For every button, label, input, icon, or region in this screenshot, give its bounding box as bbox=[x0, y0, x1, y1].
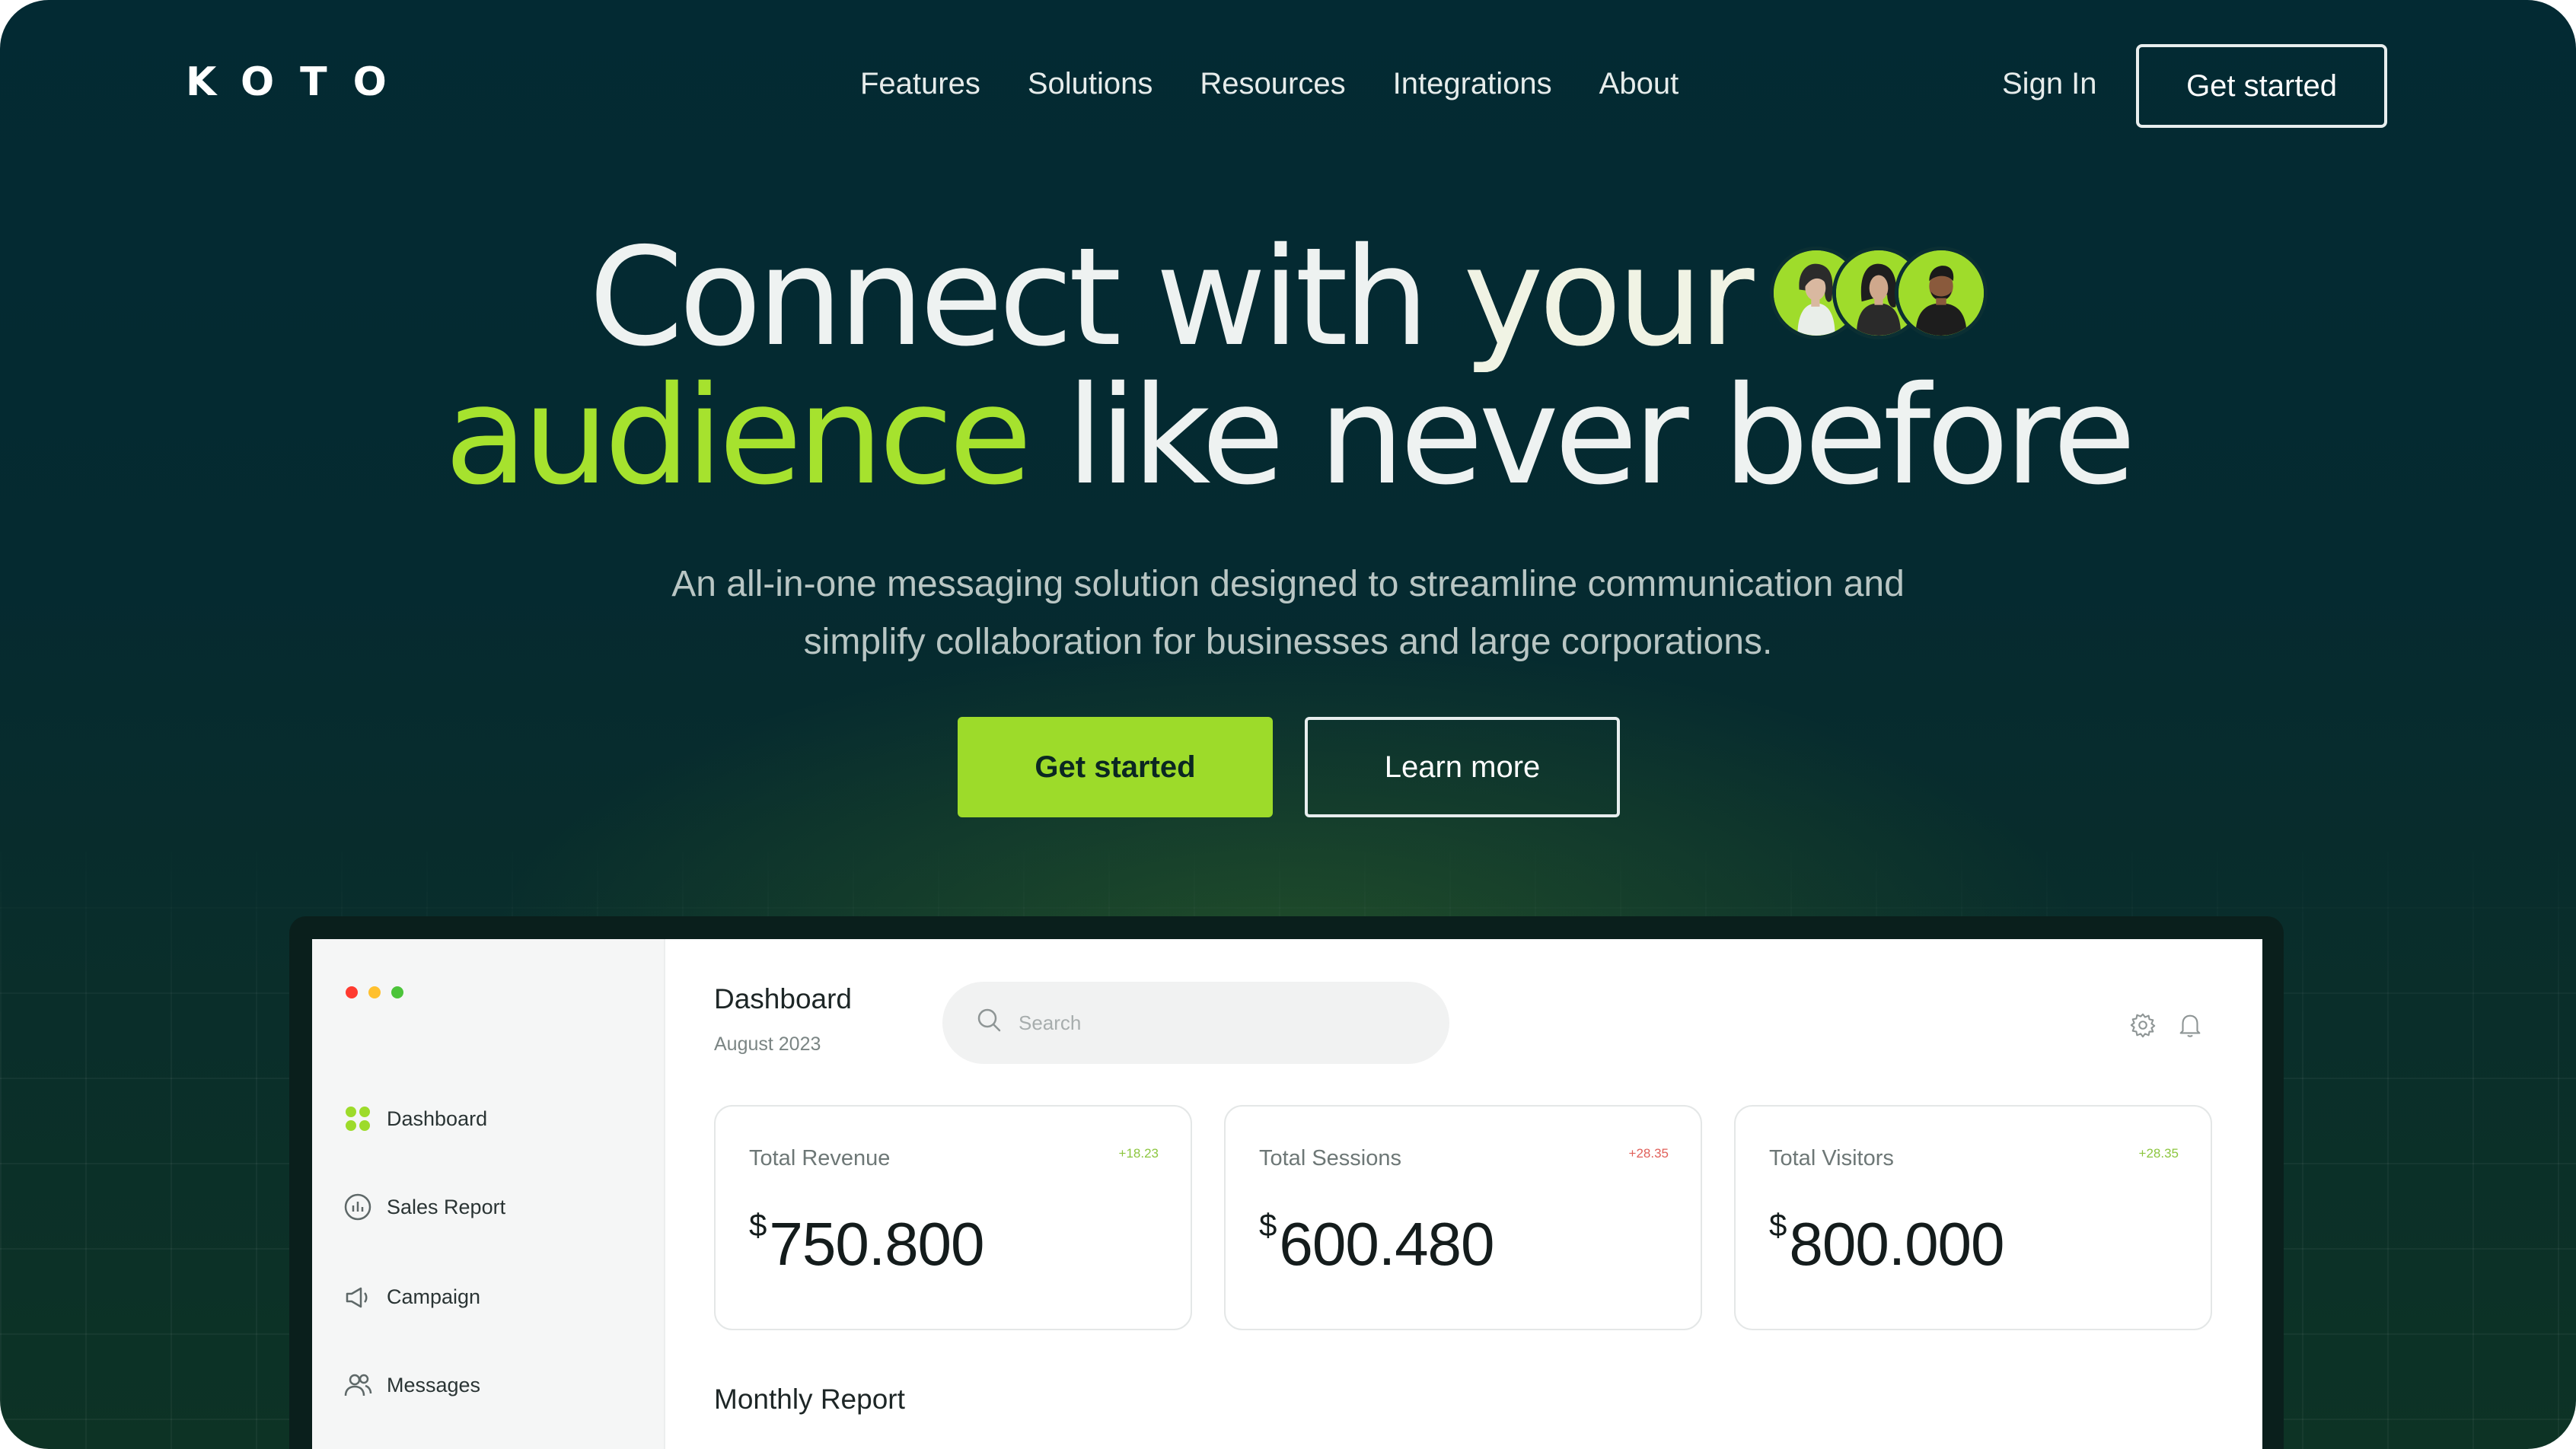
currency-symbol: $ bbox=[1769, 1207, 1787, 1243]
stat-card-value: $600.480 bbox=[1259, 1207, 1495, 1279]
nav-link-features[interactable]: Features bbox=[860, 67, 980, 101]
stat-card-delta: +28.35 bbox=[2138, 1146, 2179, 1161]
dashboard-title: Dashboard bbox=[714, 983, 853, 1014]
search-placeholder: Search bbox=[1019, 1011, 1082, 1034]
nav-get-started-button[interactable]: Get started bbox=[2136, 44, 2387, 128]
main-nav: Features Solutions Resources Integration… bbox=[860, 67, 1679, 101]
headline-audience: audience bbox=[444, 357, 1032, 514]
stat-card-amount: 600.480 bbox=[1279, 1210, 1494, 1278]
sign-in-link[interactable]: Sign In bbox=[2002, 67, 2097, 101]
hero-get-started-button[interactable]: Get started bbox=[958, 717, 1273, 817]
stat-card-value: $800.000 bbox=[1769, 1207, 2005, 1279]
users-icon bbox=[343, 1370, 373, 1400]
stat-card-visitors[interactable]: Total Visitors +28.35 $800.000 bbox=[1734, 1105, 2212, 1330]
sidebar-item-dashboard[interactable]: Dashboard bbox=[343, 1103, 487, 1134]
gear-icon[interactable] bbox=[2128, 1011, 2157, 1043]
bell-icon[interactable] bbox=[2176, 1011, 2205, 1043]
hero-headline: Connect with your audience like never be… bbox=[0, 228, 2576, 505]
stat-card-delta: +28.35 bbox=[1628, 1146, 1669, 1161]
sidebar-item-label: Dashboard bbox=[387, 1107, 488, 1130]
stat-card-sessions[interactable]: Total Sessions +28.35 $600.480 bbox=[1224, 1105, 1702, 1330]
page-frame: KOTO Features Solutions Resources Integr… bbox=[0, 0, 2576, 1449]
dashboard-date: August 2023 bbox=[714, 1033, 821, 1055]
brand-logo[interactable]: KOTO bbox=[186, 59, 413, 105]
stat-card-amount: 800.000 bbox=[1789, 1210, 2004, 1278]
hero-subtitle: An all-in-one messaging solution designe… bbox=[527, 556, 2049, 671]
headline-part1: Connect with bbox=[588, 218, 1464, 376]
section-title-monthly-report: Monthly Report bbox=[714, 1384, 905, 1415]
search-input[interactable]: Search bbox=[942, 982, 1449, 1064]
grid-icon bbox=[343, 1103, 373, 1134]
header-actions bbox=[2128, 1011, 2205, 1043]
sidebar-item-sales-report[interactable]: Sales Report bbox=[343, 1192, 505, 1222]
dashboard-main: Dashboard August 2023 Search Total Reven… bbox=[665, 939, 2262, 1449]
avatar-man bbox=[1894, 247, 1988, 339]
stat-card-delta: +18.23 bbox=[1118, 1146, 1159, 1161]
stat-card-label: Total Visitors bbox=[1769, 1146, 1894, 1170]
avatar-group bbox=[1769, 247, 1988, 339]
stat-card-label: Total Revenue bbox=[749, 1146, 891, 1170]
headline-your: your bbox=[1463, 218, 1754, 376]
stat-card-value: $750.800 bbox=[749, 1207, 985, 1279]
nav-link-integrations[interactable]: Integrations bbox=[1393, 67, 1552, 101]
hero-learn-more-button[interactable]: Learn more bbox=[1305, 717, 1620, 817]
stat-card-label: Total Sessions bbox=[1259, 1146, 1401, 1170]
currency-symbol: $ bbox=[749, 1207, 767, 1243]
sidebar-item-label: Messages bbox=[387, 1373, 481, 1396]
search-icon bbox=[974, 1005, 1005, 1041]
nav-link-resources[interactable]: Resources bbox=[1200, 67, 1345, 101]
megaphone-icon bbox=[343, 1282, 373, 1312]
window-controls bbox=[346, 986, 403, 998]
sidebar-item-messages[interactable]: Messages bbox=[343, 1370, 480, 1400]
dashboard-sidebar: Dashboard Sales Report Campaign Messages bbox=[312, 939, 665, 1449]
nav-link-solutions[interactable]: Solutions bbox=[1028, 67, 1153, 101]
headline-part2: like never before bbox=[1027, 357, 2137, 514]
subtitle-line-2: simplify collaboration for businesses an… bbox=[803, 622, 1773, 662]
sidebar-item-label: Campaign bbox=[387, 1285, 481, 1308]
window-close-dot[interactable] bbox=[346, 986, 358, 998]
currency-symbol: $ bbox=[1259, 1207, 1277, 1243]
subtitle-line-1: An all-in-one messaging solution designe… bbox=[671, 564, 1905, 604]
sidebar-item-campaign[interactable]: Campaign bbox=[343, 1282, 480, 1312]
nav-link-about[interactable]: About bbox=[1599, 67, 1679, 101]
dashboard-preview: Dashboard Sales Report Campaign Messages bbox=[312, 939, 2262, 1449]
window-maximize-dot[interactable] bbox=[391, 986, 403, 998]
stat-card-revenue[interactable]: Total Revenue +18.23 $750.800 bbox=[714, 1105, 1192, 1330]
stat-card-amount: 750.800 bbox=[769, 1210, 984, 1278]
window-minimize-dot[interactable] bbox=[368, 986, 381, 998]
chart-icon bbox=[343, 1192, 373, 1222]
sidebar-item-label: Sales Report bbox=[387, 1195, 506, 1218]
